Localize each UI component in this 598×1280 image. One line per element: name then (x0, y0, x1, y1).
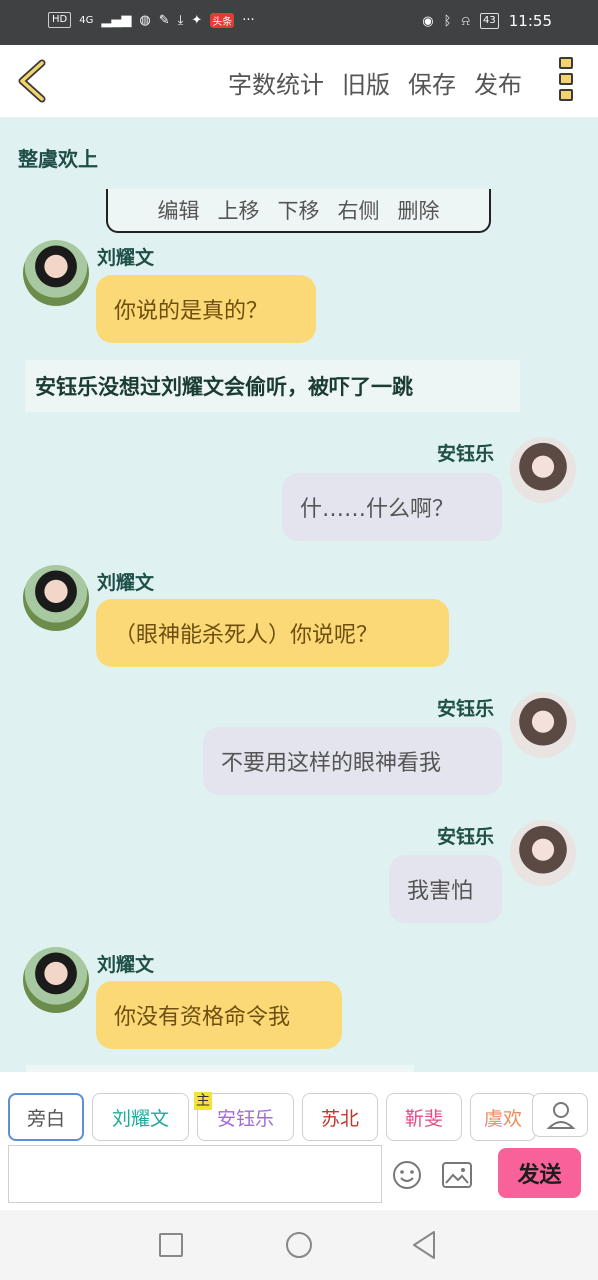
toolbar-actions: 字数统计 旧版 保存 发布 (228, 65, 522, 100)
save-button[interactable]: 保存 (408, 65, 456, 100)
eye-icon: ◉ (422, 13, 434, 29)
hd-indicator: HD (48, 12, 72, 28)
message-bubble[interactable]: 不要用这样的眼神看我 (203, 727, 502, 795)
role-label: 刘耀文 (111, 1107, 169, 1130)
role-chip-jin-fei[interactable]: 靳斐 (386, 1093, 462, 1141)
chat-area[interactable]: 整虞欢上 编辑 上移 下移 右侧 删除 刘耀文 你说的是真的？ 安钰乐没想过刘耀… (0, 117, 598, 1072)
app-badge: 头条 (210, 12, 235, 28)
network-indicator: 4G (79, 14, 94, 26)
sender-name: 安钰乐 (437, 443, 495, 465)
message-bubble[interactable]: 什……什么啊？ (282, 473, 502, 541)
more-vertical-icon[interactable] (556, 57, 576, 105)
add-role-button[interactable] (532, 1093, 588, 1137)
message-bubble[interactable]: 你说的是真的？ (96, 275, 316, 343)
role-chip-narrator[interactable]: 旁白 (8, 1093, 84, 1141)
message-bubble[interactable]: （眼神能杀死人）你说呢？ (96, 599, 449, 667)
download-icon: ⤓ (177, 12, 184, 28)
message-bubble[interactable]: 我害怕 (389, 855, 502, 923)
narration-text[interactable]: 安钰乐没想过刘耀文会偷听，被吓了一跳 (25, 360, 520, 412)
back-button[interactable] (12, 57, 56, 105)
composer-panel: 旁白 刘耀文 主 安钰乐 苏北 靳斐 虞欢 发送 (0, 1072, 598, 1210)
scene-title: 整虞欢上 (18, 147, 98, 171)
recent-apps-icon[interactable] (159, 1233, 183, 1257)
more-notifications: ··· (242, 12, 255, 28)
status-right: ◉ ᛒ ⍾ 43 11:55 (422, 12, 552, 30)
mute-icon: ✎ (158, 12, 170, 28)
role-label: 虞欢 (483, 1107, 522, 1130)
sender-name: 刘耀文 (97, 247, 155, 269)
status-left: HD 4G ▂▄▆ ◍ ✎ ⤓ ✦ 头条 ··· (48, 12, 255, 28)
role-label: 靳斐 (404, 1107, 443, 1130)
sender-name: 刘耀文 (97, 572, 155, 594)
clock: 11:55 (508, 12, 552, 30)
bell-off-icon: ⍾ (461, 13, 471, 29)
publish-button[interactable]: 发布 (474, 65, 522, 100)
bulb-icon: ✦ (191, 12, 203, 28)
image-icon[interactable] (442, 1162, 472, 1188)
avatar[interactable] (23, 240, 89, 306)
old-version-button[interactable]: 旧版 (342, 65, 390, 100)
bluetooth-icon: ᛒ (443, 13, 452, 29)
send-button[interactable]: 发送 (498, 1148, 581, 1198)
user-icon (546, 1102, 576, 1129)
sender-name: 刘耀文 (97, 954, 155, 976)
protagonist-badge: 主 (194, 1092, 212, 1110)
role-label: 旁白 (26, 1107, 65, 1130)
right-side-button[interactable]: 右侧 (338, 195, 380, 225)
message-input[interactable] (8, 1145, 382, 1203)
move-up-button[interactable]: 上移 (218, 195, 260, 225)
edit-menu: 编辑 上移 下移 右侧 删除 (106, 189, 491, 233)
avatar[interactable] (510, 437, 576, 503)
role-chip-liu-yaowen[interactable]: 刘耀文 (92, 1093, 189, 1141)
delete-button[interactable]: 删除 (398, 195, 440, 225)
globe-icon: ◍ (139, 12, 151, 28)
partial-message (26, 1065, 414, 1072)
move-down-button[interactable]: 下移 (278, 195, 320, 225)
role-selector: 旁白 刘耀文 主 安钰乐 苏北 靳斐 虞欢 (8, 1092, 536, 1141)
status-bar: HD 4G ▂▄▆ ◍ ✎ ⤓ ✦ 头条 ··· ◉ ᛒ ⍾ 43 11:55 (0, 0, 598, 45)
chevron-left-icon (18, 59, 46, 103)
role-chip-an-yule[interactable]: 主 安钰乐 (194, 1092, 294, 1141)
signal-icon: ▂▄▆ (101, 12, 132, 28)
back-icon[interactable] (412, 1230, 436, 1260)
word-count-button[interactable]: 字数统计 (228, 65, 324, 100)
message-bubble[interactable]: 你没有资格命令我 (96, 981, 342, 1049)
avatar[interactable] (23, 947, 89, 1013)
role-label: 安钰乐 (216, 1107, 274, 1130)
system-nav-bar (0, 1210, 598, 1280)
avatar[interactable] (510, 692, 576, 758)
emoji-icon[interactable] (392, 1160, 422, 1190)
avatar[interactable] (23, 565, 89, 631)
avatar[interactable] (510, 820, 576, 886)
role-chip-yu-huan[interactable]: 虞欢 (470, 1093, 536, 1141)
role-chip-su-bei[interactable]: 苏北 (302, 1093, 378, 1141)
battery-indicator: 43 (480, 13, 499, 29)
sender-name: 安钰乐 (437, 826, 495, 848)
home-icon[interactable] (286, 1232, 312, 1258)
top-bar: 字数统计 旧版 保存 发布 (0, 45, 598, 117)
edit-button[interactable]: 编辑 (158, 195, 200, 225)
sender-name: 安钰乐 (437, 698, 495, 720)
role-label: 苏北 (320, 1107, 359, 1130)
